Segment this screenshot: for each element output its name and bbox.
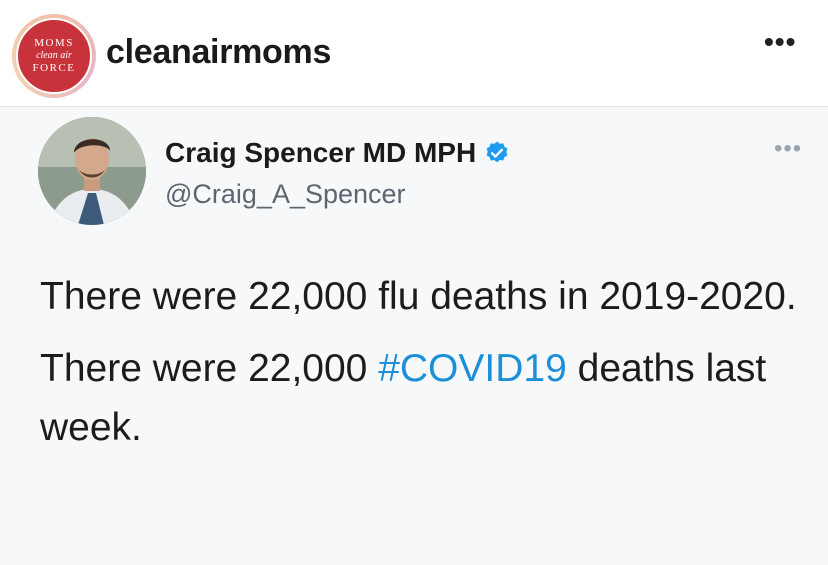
- tweet-screenshot: Craig Spencer MD MPH @Craig_A_Spencer ••…: [0, 107, 828, 565]
- avatar-logo-text-force: FORCE: [32, 62, 76, 74]
- tweet-author-name[interactable]: Craig Spencer MD MPH: [165, 137, 476, 169]
- tweet-author-avatar[interactable]: [38, 117, 146, 225]
- profile-username[interactable]: cleanairmoms: [106, 33, 331, 72]
- tweet-paragraph-2: There were 22,000 #COVID19 deaths last w…: [40, 339, 800, 457]
- avatar-logo-text-moms: MOMS: [34, 37, 74, 49]
- verified-badge-icon: [486, 141, 508, 163]
- tweet-text: There were 22,000 flu deaths in 2019-202…: [40, 267, 800, 470]
- tweet-author-handle[interactable]: @Craig_A_Spencer: [165, 179, 406, 210]
- avatar-logo-text-clean-air: clean air: [36, 50, 72, 61]
- tweet-paragraph-2-start: There were 22,000: [40, 347, 379, 390]
- profile-avatar[interactable]: MOMS clean air FORCE: [16, 18, 92, 94]
- author-photo-icon: [38, 117, 146, 225]
- profile-avatar-ring[interactable]: MOMS clean air FORCE: [12, 14, 96, 98]
- tweet-more-options-icon[interactable]: •••: [774, 135, 802, 163]
- more-options-icon[interactable]: •••: [764, 26, 796, 58]
- instagram-post-header: MOMS clean air FORCE cleanairmoms •••: [0, 0, 828, 107]
- tweet-paragraph-1: There were 22,000 flu deaths in 2019-202…: [40, 275, 797, 318]
- hashtag-link[interactable]: #COVID19: [378, 347, 567, 390]
